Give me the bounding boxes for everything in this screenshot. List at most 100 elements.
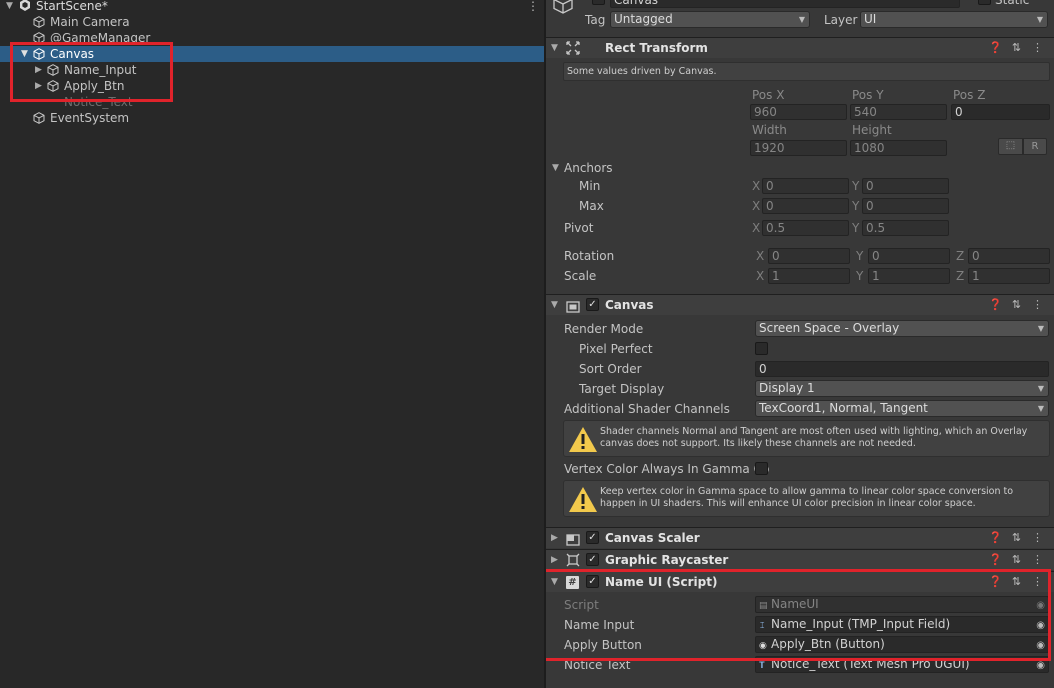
anchor-max-y-field[interactable]: 0 (862, 198, 949, 214)
collapse-arrow-icon[interactable]: ▼ (6, 0, 13, 14)
rotation-y-field[interactable]: 0 (868, 248, 950, 264)
sort-order-label: Sort Order (579, 362, 642, 376)
shader-channels-value: TexCoord1, Normal, Tangent (759, 401, 928, 415)
shader-channels-dropdown[interactable]: TexCoord1, Normal, Tangent ▼ (755, 400, 1049, 417)
scale-x-field[interactable]: 1 (768, 268, 850, 284)
shader-channels-label: Additional Shader Channels (564, 402, 730, 416)
object-picker-icon[interactable]: ◉ (1036, 618, 1045, 632)
tag-dropdown[interactable]: Untagged ▼ (610, 11, 810, 28)
help-icon[interactable]: ❓ (985, 572, 1006, 592)
apply-button-field[interactable]: ◉ Apply_Btn (Button) ◉ (755, 636, 1049, 653)
component-title: Name UI (Script) (605, 575, 718, 589)
collapse-arrow-icon[interactable]: ▼ (551, 572, 558, 592)
preset-icon[interactable]: ⇅ (1006, 572, 1027, 592)
object-picker-icon[interactable]: ◉ (1036, 658, 1045, 672)
scale-z-field[interactable]: 1 (968, 268, 1050, 284)
rotation-z-field[interactable]: 0 (968, 248, 1050, 264)
rect-transform-header[interactable]: ▼ Rect Transform ❓ ⇅ ⋮ (546, 37, 1054, 58)
preset-icon[interactable]: ⇅ (1006, 295, 1027, 315)
component-title: Canvas Scaler (605, 531, 700, 545)
expand-arrow-icon[interactable]: ▶ (35, 62, 42, 78)
component-enabled-checkbox[interactable]: ✓ (586, 553, 599, 566)
pos-x-field[interactable]: 960 (750, 104, 847, 120)
height-field[interactable]: 1080 (850, 140, 947, 156)
anchors-collapse-arrow-icon[interactable]: ▼ (552, 160, 559, 176)
expand-arrow-icon[interactable]: ▶ (35, 78, 42, 94)
notice-text-field[interactable]: 𝐓 Notice_Text (Text Mesh Pro UGUI) ◉ (755, 656, 1049, 673)
target-display-value: Display 1 (759, 381, 815, 395)
hierarchy-item-main-camera[interactable]: Main Camera (0, 14, 544, 30)
layer-label: Layer (824, 13, 858, 27)
object-picker-icon[interactable]: ◉ (1036, 638, 1045, 652)
hierarchy-item-apply-btn[interactable]: ▶ Apply_Btn (0, 78, 544, 94)
script-value: NameUI (771, 597, 819, 611)
graphic-raycaster-header[interactable]: ▶ ✓ Graphic Raycaster ❓ ⇅ ⋮ (546, 549, 1054, 570)
pivot-y-field[interactable]: 0.5 (862, 220, 949, 236)
preset-icon[interactable]: ⇅ (1006, 38, 1027, 58)
hierarchy-item-notice-text[interactable]: Notice_Text (0, 94, 544, 110)
target-display-dropdown[interactable]: Display 1 ▼ (755, 380, 1049, 397)
preset-icon[interactable]: ⇅ (1006, 550, 1027, 570)
active-checkbox[interactable]: ✓ (592, 0, 605, 5)
pixel-perfect-checkbox[interactable] (755, 342, 768, 355)
anchor-max-x-field[interactable]: 0 (762, 198, 849, 214)
static-checkbox[interactable] (978, 0, 991, 5)
more-menu-icon[interactable]: ⋮ (527, 0, 539, 14)
name-input-field[interactable]: 𝙸 Name_Input (TMP_Input Field) ◉ (755, 616, 1049, 633)
pos-z-field[interactable]: 0 (951, 104, 1050, 120)
collapse-arrow-icon[interactable]: ▼ (551, 295, 558, 315)
help-icon[interactable]: ❓ (985, 550, 1006, 570)
vertex-color-checkbox[interactable] (755, 462, 768, 475)
object-name-field[interactable]: Canvas (610, 0, 960, 8)
blueprint-mode-icon[interactable]: ⬚ (998, 138, 1023, 155)
collapse-arrow-icon[interactable]: ▼ (551, 38, 558, 58)
hierarchy-item-game-manager[interactable]: @GameManager (0, 30, 544, 46)
width-field[interactable]: 1920 (750, 140, 847, 156)
expand-arrow-icon[interactable]: ▶ (551, 528, 558, 548)
anchor-min-x-field[interactable]: 0 (762, 178, 849, 194)
scale-y-field[interactable]: 1 (868, 268, 950, 284)
canvas-scaler-header[interactable]: ▶ ✓ Canvas Scaler ❓ ⇅ ⋮ (546, 527, 1054, 548)
help-icon[interactable]: ❓ (985, 38, 1006, 58)
render-mode-value: Screen Space - Overlay (759, 321, 900, 335)
render-mode-dropdown[interactable]: Screen Space - Overlay ▼ (755, 320, 1049, 337)
name-input-label: Name Input (564, 618, 635, 632)
component-enabled-checkbox[interactable]: ✓ (586, 531, 599, 544)
layer-dropdown[interactable]: UI ▼ (860, 11, 1048, 28)
rotation-x-field[interactable]: 0 (768, 248, 850, 264)
text-component-icon: 𝐓 (759, 661, 765, 671)
dropdown-caret-icon: ▼ (1037, 324, 1044, 333)
sort-order-field[interactable]: 0 (755, 361, 1049, 377)
collapse-arrow-icon[interactable]: ▼ (21, 46, 28, 62)
axis-y-label: Y (856, 249, 864, 263)
pivot-x-field[interactable]: 0.5 (762, 220, 849, 236)
more-menu-icon[interactable]: ⋮ (1027, 38, 1048, 58)
help-icon[interactable]: ❓ (985, 528, 1006, 548)
vertex-color-warning: Keep vertex color in Gamma space to allo… (563, 480, 1050, 517)
warning-message: Shader channels Normal and Tangent are m… (600, 426, 1028, 449)
axis-x-label: X (752, 221, 761, 235)
max-label: Max (579, 199, 604, 213)
hierarchy-item-name-input[interactable]: ▶ Name_Input (0, 62, 544, 78)
warning-message: Keep vertex color in Gamma space to allo… (600, 486, 1014, 509)
anchor-min-y-field[interactable]: 0 (862, 178, 949, 194)
scene-row[interactable]: ▼ StartScene* ⋮ (0, 0, 544, 14)
pos-y-field[interactable]: 540 (850, 104, 947, 120)
hierarchy-item-label: Canvas (50, 47, 95, 61)
hierarchy-item-canvas[interactable]: ▼ Canvas (0, 46, 544, 62)
canvas-component-header[interactable]: ▼ ✓ Canvas ❓ ⇅ ⋮ (546, 294, 1054, 315)
component-enabled-checkbox[interactable]: ✓ (586, 298, 599, 311)
expand-arrow-icon[interactable]: ▶ (551, 550, 558, 570)
more-menu-icon[interactable]: ⋮ (1027, 550, 1048, 570)
hierarchy-item-event-system[interactable]: EventSystem (0, 110, 544, 126)
help-icon[interactable]: ❓ (985, 295, 1006, 315)
preset-icon[interactable]: ⇅ (1006, 528, 1027, 548)
more-menu-icon[interactable]: ⋮ (1027, 528, 1048, 548)
driven-info-box: Some values driven by Canvas. (563, 62, 1050, 81)
more-menu-icon[interactable]: ⋮ (1027, 295, 1048, 315)
more-menu-icon[interactable]: ⋮ (1027, 572, 1048, 592)
raw-edit-button[interactable]: R (1023, 138, 1047, 155)
name-ui-script-header[interactable]: ▼ # ✓ Name UI (Script) ❓ ⇅ ⋮ (546, 571, 1054, 592)
component-enabled-checkbox[interactable]: ✓ (586, 575, 599, 588)
canvas-scaler-icon (566, 532, 580, 546)
